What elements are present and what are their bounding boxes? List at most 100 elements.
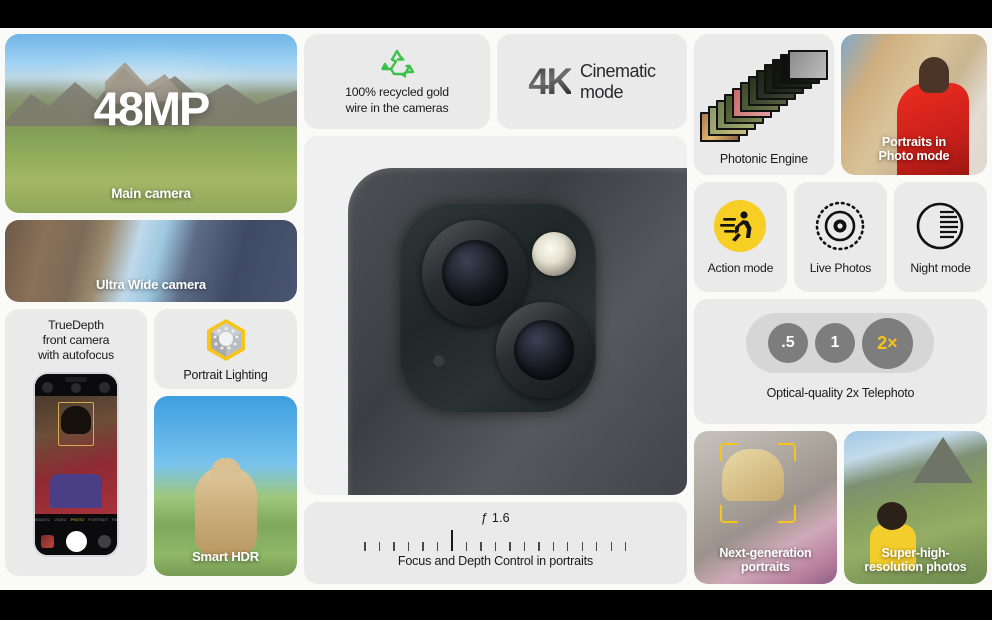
iphone-back-body (348, 168, 687, 495)
mode-video[interactable]: VIDEO (54, 518, 66, 522)
zoom-level-switcher[interactable]: .5 1 2× (746, 313, 935, 373)
truedepth-card[interactable]: TrueDepth front camera with autofocus NE… (5, 309, 147, 576)
slider-tick (610, 542, 612, 551)
zoom-option-half[interactable]: .5 (767, 323, 808, 363)
right-bottom-row: Next-generation portraits Super-high- re… (693, 431, 987, 584)
recycle-icon (381, 49, 415, 79)
slider-tick (538, 542, 540, 551)
recycled-gold-card[interactable]: 100% recycled gold wire in the cameras (304, 34, 490, 129)
running-person-icon (714, 199, 767, 252)
night-mode-moon-icon (917, 202, 964, 249)
slider-tick (480, 542, 482, 551)
mode-cinematic[interactable]: CINEMATIC (35, 518, 50, 522)
smart-hdr-caption: Smart HDR (192, 549, 259, 565)
slider-tick (494, 542, 497, 551)
zoom-selector-card[interactable]: .5 1 2× Optical-quality 2x Telephoto (693, 299, 987, 424)
subject-head (61, 405, 91, 434)
portrait-lighting-cube-icon (206, 319, 245, 361)
zoom-option-2x-selected[interactable]: 2× (861, 317, 913, 369)
iphone-front-camera-mockup: CINEMATIC VIDEO PHOTO PORTRAIT PANO (33, 371, 119, 557)
super-high-res-caption: Super-high- resolution photos (864, 546, 967, 574)
stacked-photos-icon (694, 50, 834, 150)
ultra-wide-caption: Ultra Wide camera (96, 277, 206, 293)
focus-depth-control-card[interactable]: ƒ 1.6 Focus and Depth Control in portrai… (304, 502, 687, 584)
microphone-icon (432, 354, 446, 368)
cinematic-mode-card[interactable]: 4K Cinematic mode (497, 34, 687, 129)
true-tone-flash (532, 232, 576, 276)
main-camera-card[interactable]: 48MP Main camera (5, 34, 297, 213)
camera-mode-selector[interactable]: CINEMATIC VIDEO PHOTO PORTRAIT PANO (35, 513, 117, 527)
slider-tick (436, 542, 438, 551)
flash-toggle-icon[interactable] (42, 381, 53, 393)
slider-tick (624, 542, 627, 551)
action-mode-card[interactable]: Action mode (693, 182, 787, 292)
left-subcolumn: Portrait Lighting Smart HDR (154, 309, 297, 576)
flip-camera-icon[interactable] (98, 535, 111, 549)
main-camera-lens (422, 220, 528, 326)
super-high-resolution-card[interactable]: Super-high- resolution photos (843, 431, 987, 584)
slider-tick (407, 542, 410, 551)
main-camera-caption: Main camera (111, 185, 191, 201)
mountain-peak (913, 437, 973, 483)
camera-module-hero-card[interactable] (304, 136, 687, 495)
chevron-up-icon[interactable] (70, 382, 81, 393)
slider-tick (378, 542, 381, 551)
slider-thumb[interactable] (451, 530, 453, 551)
focus-control-caption: Focus and Depth Control in portraits (397, 554, 593, 568)
zoom-option-1x[interactable]: 1 (814, 323, 855, 363)
mode-photo[interactable]: PHOTO (71, 518, 85, 522)
slider-tick (552, 542, 555, 551)
next-gen-portraits-caption: Next-generation portraits (719, 546, 812, 574)
photonic-engine-label: Photonic Engine (719, 152, 808, 166)
presentation-slide: 48MP Main camera Ultra Wide camera TrueD… (0, 0, 992, 620)
portrait-lighting-label: Portrait Lighting (183, 368, 268, 382)
camera-modes-row: Action mode Live Photos Night mode (693, 182, 988, 292)
slider-tick (466, 542, 468, 551)
photo-library-thumbnail[interactable] (41, 535, 54, 549)
cinematic-mode-label: Cinematic mode (580, 60, 656, 102)
live-photo-toggle-icon[interactable] (99, 381, 110, 393)
telephoto-caption: Optical-quality 2x Telephoto (766, 386, 915, 400)
next-generation-portraits-card[interactable]: Next-generation portraits (693, 431, 837, 584)
live-photos-concentric-icon (816, 201, 865, 250)
dynamic-island (65, 376, 87, 382)
slider-tick (422, 542, 424, 551)
shutter-row (35, 526, 117, 555)
night-mode-card[interactable]: Night mode (893, 182, 988, 292)
camera-features-grid: 48MP Main camera Ultra Wide camera TrueD… (0, 28, 992, 590)
mode-portrait[interactable]: PORTRAIT (88, 518, 108, 522)
slider-tick (393, 542, 395, 551)
truedepth-title: TrueDepth front camera with autofocus (38, 318, 114, 363)
dog-head (210, 458, 241, 484)
photo-frame-top (787, 50, 828, 80)
shutter-button[interactable] (65, 531, 87, 553)
depth-control-slider[interactable] (364, 529, 627, 551)
aperture-value: ƒ 1.6 (481, 511, 510, 525)
left-column: 48MP Main camera Ultra Wide camera TrueD… (5, 34, 297, 584)
ultra-wide-camera-card[interactable]: Ultra Wide camera (5, 220, 297, 302)
slider-tick (596, 542, 598, 551)
portraits-photo-caption: Portraits in Photo mode (878, 134, 950, 163)
bottom-left-row: TrueDepth front camera with autofocus NE… (5, 309, 297, 576)
portraits-photo-mode-card[interactable]: Portraits in Photo mode (840, 34, 987, 175)
megapixel-headline: 48MP (93, 82, 211, 135)
live-photos-card[interactable]: Live Photos (793, 182, 887, 292)
right-column: Photonic Engine Portraits in Photo mode (693, 34, 988, 584)
smart-hdr-card[interactable]: Smart HDR (154, 396, 297, 576)
ultra-wide-camera-lens (496, 302, 592, 398)
camera-plateau (400, 202, 596, 412)
subject-body (50, 473, 102, 508)
middle-top-row: 100% recycled gold wire in the cameras 4… (304, 34, 687, 129)
right-top-row: Photonic Engine Portraits in Photo mode (693, 34, 987, 175)
mode-pano[interactable]: PANO (112, 518, 117, 522)
slider-tick (567, 542, 569, 551)
slider-tick (509, 542, 511, 551)
subject-head (919, 57, 949, 93)
action-mode-label: Action mode (707, 260, 774, 275)
night-mode-label: Night mode (910, 260, 971, 275)
photonic-engine-card[interactable]: Photonic Engine (693, 34, 834, 175)
focus-brackets-icon (719, 443, 796, 523)
resolution-4k-label: 4K (528, 60, 573, 102)
portrait-lighting-card[interactable]: Portrait Lighting (154, 309, 297, 389)
recycled-gold-text: 100% recycled gold wire in the cameras (345, 85, 449, 115)
